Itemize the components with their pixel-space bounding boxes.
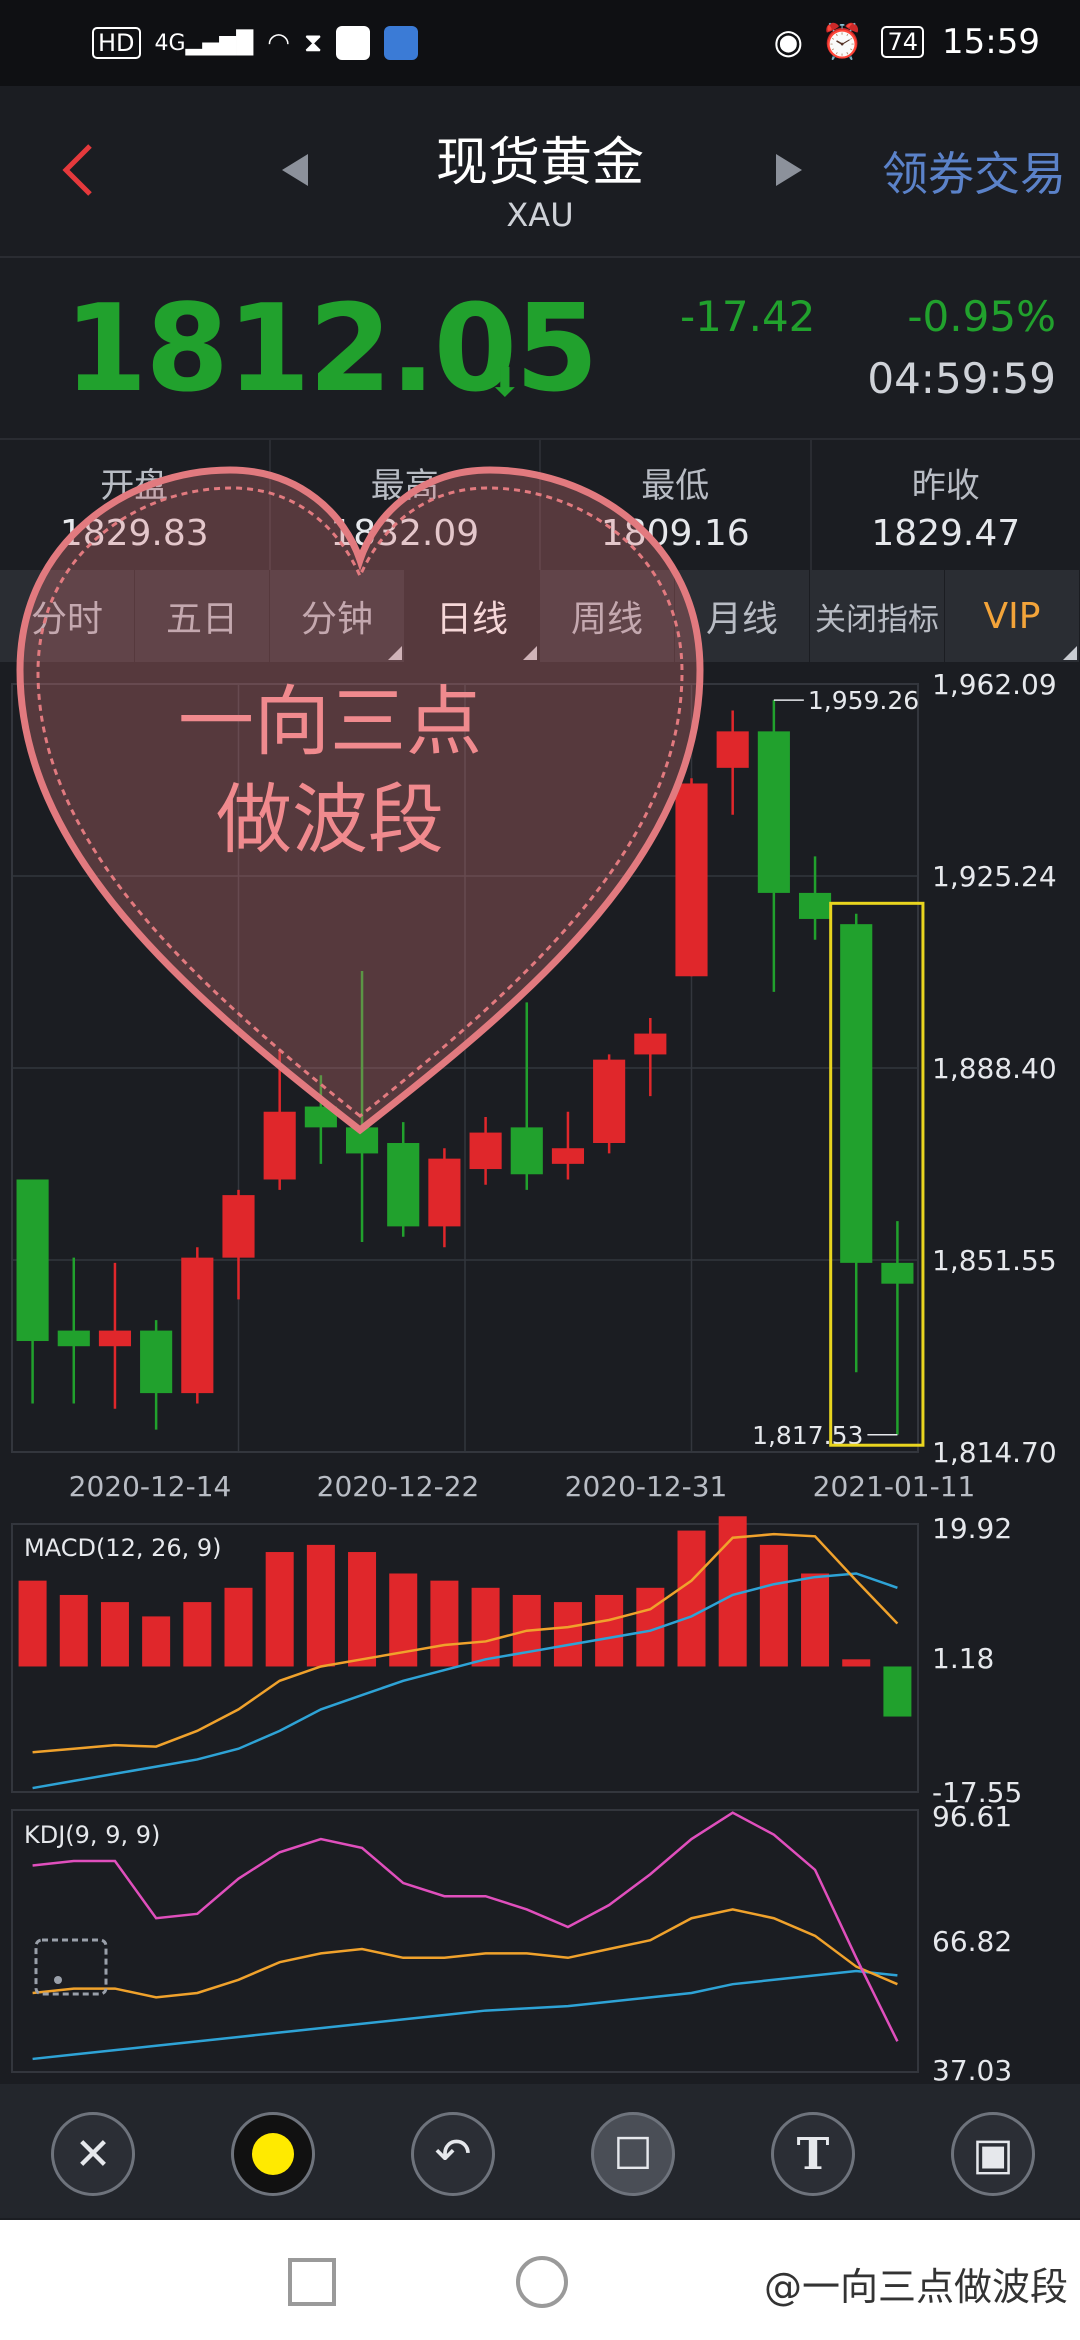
watermark: @一向三点做波段	[763, 2265, 1068, 2309]
price-change-percent: -0.95%	[907, 292, 1056, 341]
status-time: 15:59	[942, 22, 1040, 62]
battery-icon: 74	[881, 26, 925, 58]
candle-body	[840, 924, 873, 1263]
candle-body	[716, 731, 749, 768]
y-tick-label: 1,962.09	[932, 668, 1057, 701]
candle-body	[140, 1330, 173, 1394]
candle-body	[551, 1148, 585, 1164]
macd-tick-label: 1.18	[932, 1642, 994, 1675]
next-instrument-icon[interactable]	[776, 154, 802, 186]
status-left: HD 4G▂▄▆█ ◠ ⧗	[92, 20, 419, 66]
drawing-toolbar	[0, 2084, 1080, 2218]
price-change: -17.42	[680, 292, 816, 341]
hd-icon: HD	[92, 27, 141, 59]
x-tick-label: 2020-12-14	[69, 1470, 232, 1503]
candle-body	[181, 1257, 214, 1394]
macd-bar	[348, 1552, 377, 1667]
kdj-frame	[11, 1809, 919, 2073]
candle-body	[798, 892, 832, 919]
macd-bar	[183, 1602, 212, 1667]
macd-bar	[306, 1544, 335, 1667]
macd-label: MACD(12, 26, 9)	[24, 1534, 222, 1562]
macd-bar	[553, 1602, 582, 1667]
quote-time: 04:59:59	[867, 354, 1056, 403]
status-right: ◉ ⏰ 74 15:59	[773, 18, 1040, 66]
kdj-panel: 96.61 66.82 37.03	[11, 1800, 1012, 2082]
stat-prev-close: 昨收 1829.47	[871, 466, 1021, 554]
candle-body	[757, 731, 790, 893]
kdj-d-line	[32, 1969, 898, 2061]
heart-overlay: 一向三点 做波段	[16, 466, 704, 1135]
color-dot-icon[interactable]	[231, 2112, 315, 2196]
candle-body	[57, 1330, 90, 1347]
macd-bar	[842, 1659, 871, 1667]
kdj-tick-label: 66.82	[932, 1925, 1012, 1958]
home-icon[interactable]	[516, 2256, 568, 2308]
coupon-trade-link[interactable]: 领券交易	[882, 138, 1066, 204]
x-tick-label: 2020-12-31	[565, 1470, 728, 1503]
kdj-k-line	[32, 1908, 898, 1999]
y-tick-label: 1,888.40	[932, 1052, 1057, 1085]
candle-body	[222, 1195, 255, 1258]
candle-body	[98, 1330, 132, 1347]
recent-apps-icon[interactable]	[288, 2258, 336, 2306]
app-icon	[336, 26, 371, 60]
macd-bar	[430, 1580, 459, 1667]
close-icon[interactable]: ✕	[51, 2112, 135, 2196]
candle-body	[387, 1143, 420, 1227]
down-arrow-icon: ⬇	[488, 360, 522, 406]
macd-bar	[801, 1573, 830, 1667]
crop-icon[interactable]	[34, 1938, 108, 1996]
macd-bar	[18, 1580, 47, 1667]
macd-bar	[59, 1594, 88, 1667]
alarm-icon: ⏰	[821, 22, 864, 62]
hourglass-icon: ⧗	[303, 27, 323, 58]
rectangle-icon[interactable]: ☐	[591, 2112, 675, 2196]
macd-bar	[142, 1616, 171, 1667]
tab-close-indicator[interactable]: 关闭指标	[810, 570, 945, 662]
candle-body	[16, 1179, 49, 1342]
kdj-j-line	[32, 1811, 899, 2042]
x-tick-label: 2020-12-22	[317, 1470, 480, 1503]
eye-icon: ◉	[773, 22, 804, 62]
macd-bar	[265, 1552, 294, 1667]
undo-icon[interactable]: ↶	[411, 2112, 495, 2196]
macd-bar	[471, 1587, 500, 1667]
text-icon[interactable]: T	[771, 2112, 855, 2196]
macd-bar	[883, 1666, 912, 1717]
signal-4g-icon: 4G▂▄▆█	[154, 30, 254, 56]
macd-bar	[595, 1594, 624, 1667]
macd-tick-label: 19.92	[932, 1512, 1012, 1545]
macd-bar	[677, 1530, 706, 1667]
overlay-line2: 做波段	[216, 775, 444, 864]
kdj-label: KDJ(9, 9, 9)	[24, 1821, 160, 1849]
macd-bar	[100, 1602, 129, 1667]
y-tick-label: 1,851.55	[932, 1244, 1057, 1277]
candle-body	[881, 1262, 914, 1284]
x-tick-label: 2021-01-11	[813, 1470, 976, 1503]
save-icon[interactable]: ▣	[951, 2112, 1035, 2196]
tab-vip[interactable]: VIP	[945, 570, 1080, 662]
max-label: 1,959.26	[808, 686, 919, 715]
macd-bar	[759, 1544, 788, 1667]
macd-bar	[224, 1587, 253, 1667]
kdj-tick-label: 96.61	[932, 1800, 1012, 1833]
overlay-line1: 一向三点	[178, 677, 482, 766]
y-tick-label: 1,814.70	[932, 1436, 1057, 1469]
app-icon-2	[384, 26, 419, 60]
candle-body	[428, 1158, 461, 1227]
kdj-tick-label: 37.03	[932, 2054, 1012, 2082]
y-tick-label: 1,925.24	[932, 860, 1057, 893]
wifi-icon: ◠	[267, 28, 290, 58]
